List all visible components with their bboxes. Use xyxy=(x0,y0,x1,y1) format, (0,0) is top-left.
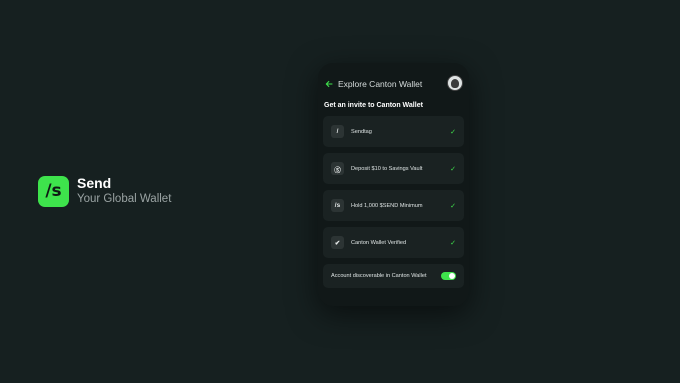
list-item-label: Sendtag xyxy=(351,128,372,135)
toggle-knob xyxy=(449,273,455,279)
coin-icon: Ⓢ xyxy=(331,162,344,175)
discoverable-setting: Account discoverable in Canton Wallet xyxy=(323,264,464,288)
check-icon: ✓ xyxy=(450,128,456,136)
list-item-label: Canton Wallet Verified xyxy=(351,239,407,246)
list-item[interactable]: / Sendtag ✓ xyxy=(323,116,464,147)
send-logo-icon: /s xyxy=(331,199,344,212)
arrow-left-icon[interactable] xyxy=(324,79,334,89)
slash-icon: / xyxy=(331,125,344,138)
avatar-image xyxy=(451,79,459,88)
list-item[interactable]: Ⓢ Deposit $10 to Savings Vault ✓ xyxy=(323,153,464,184)
section-title: Get an invite to Canton Wallet xyxy=(324,102,423,109)
brand-name: Send xyxy=(77,175,112,191)
brand-tagline: Your Global Wallet xyxy=(77,193,172,205)
toggle-label: Account discoverable in Canton Wallet xyxy=(331,273,427,279)
verified-badge-icon: ✔ xyxy=(331,236,344,249)
requirements-list: / Sendtag ✓ Ⓢ Deposit $10 to Savings Vau… xyxy=(323,116,464,294)
screen-header: Explore Canton Wallet xyxy=(324,75,463,91)
brand-text: Send Your Global Wallet xyxy=(77,175,171,207)
list-item-label: Hold 1,000 $SEND Minimum xyxy=(351,202,423,209)
check-icon: ✓ xyxy=(450,165,456,173)
send-logo-icon: /s xyxy=(38,175,69,207)
check-icon: ✓ xyxy=(450,202,456,210)
avatar[interactable] xyxy=(447,75,463,91)
check-icon: ✓ xyxy=(450,239,456,247)
list-item-label: Deposit $10 to Savings Vault xyxy=(351,165,423,172)
phone-screen: Explore Canton Wallet Get an invite to C… xyxy=(318,63,469,306)
discoverable-toggle[interactable] xyxy=(441,272,456,280)
list-item[interactable]: /s Hold 1,000 $SEND Minimum ✓ xyxy=(323,190,464,221)
page-title: Explore Canton Wallet xyxy=(338,79,423,89)
brand: /s Send Your Global Wallet xyxy=(38,175,171,207)
list-item[interactable]: ✔ Canton Wallet Verified ✓ xyxy=(323,227,464,258)
